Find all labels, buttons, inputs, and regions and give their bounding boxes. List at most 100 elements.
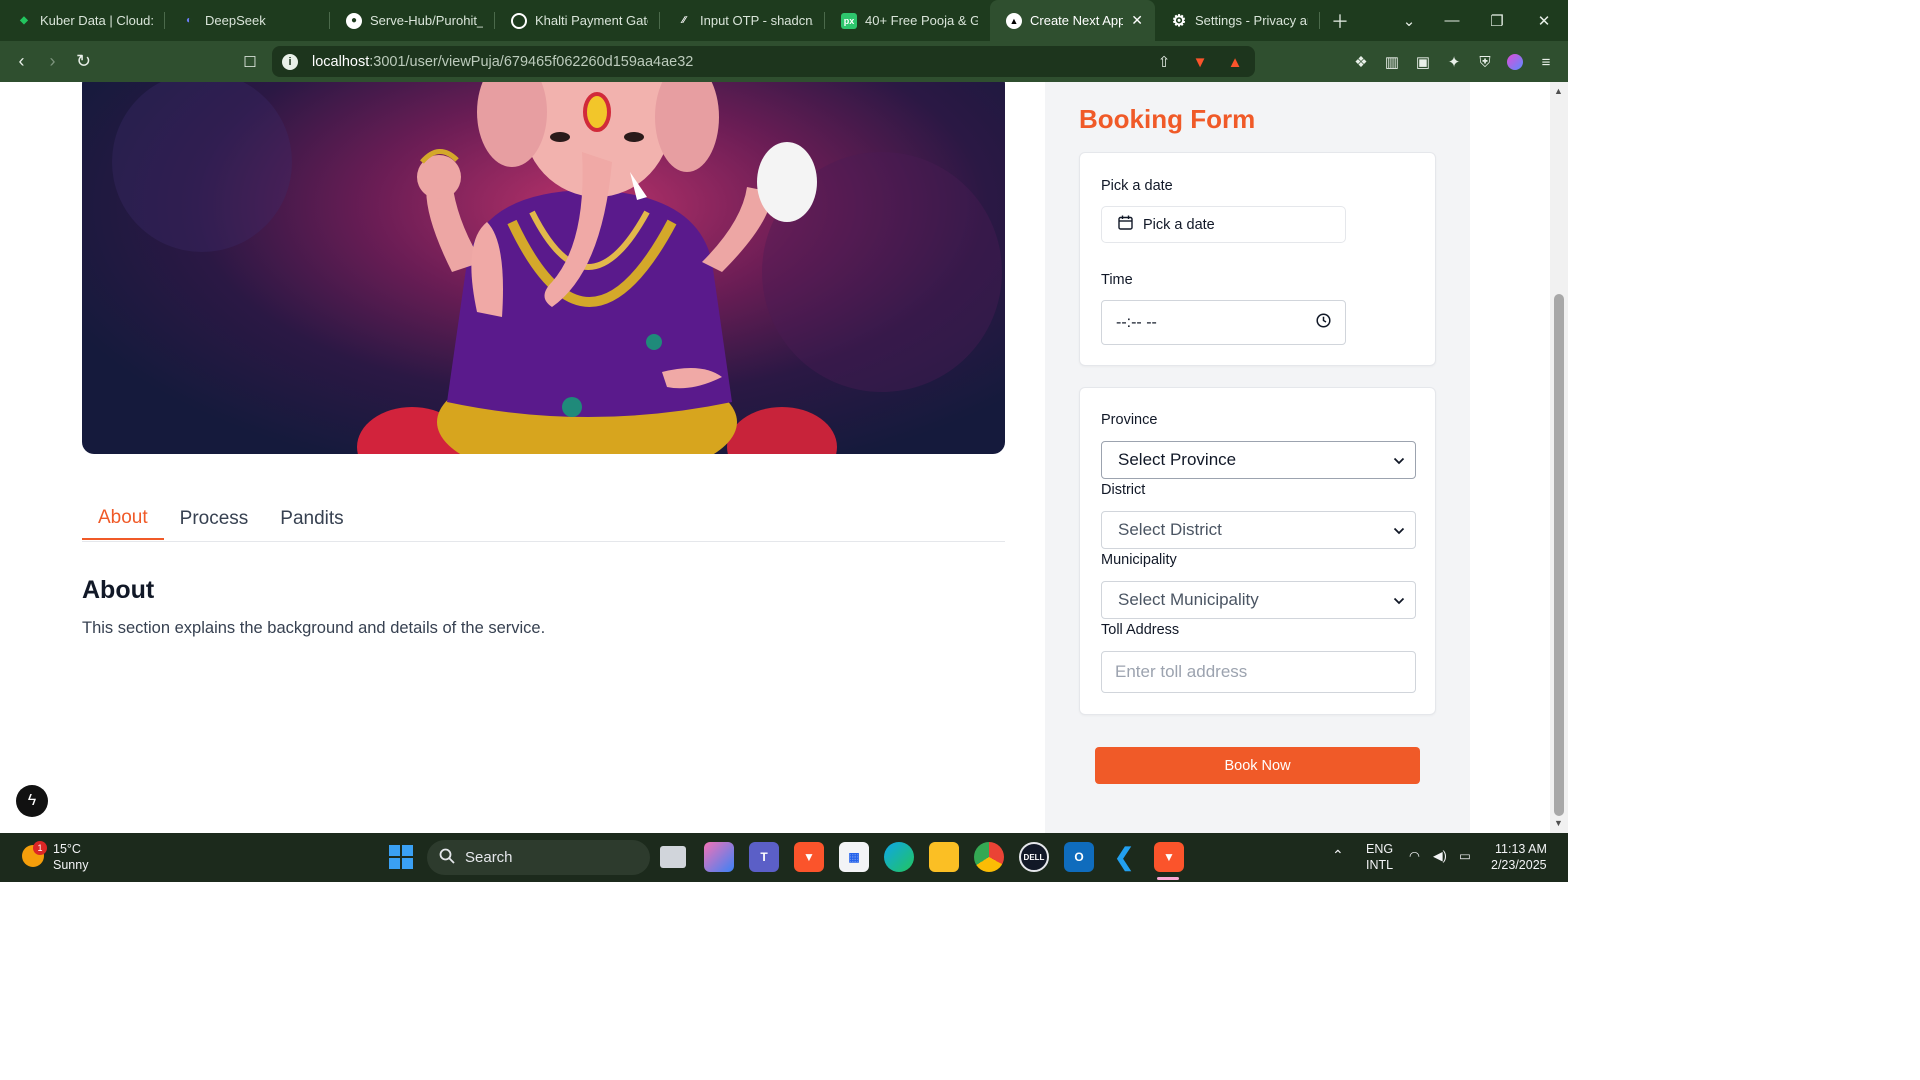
tab-title: Input OTP - shadcn/u [700,13,813,28]
tab-title: Kuber Data | Cloud: M [40,13,153,28]
leaf-icon: ◆ [20,15,28,26]
back-button[interactable]: ‹ [6,46,37,77]
browser-tab[interactable]: ◐ DeepSeek [165,0,330,41]
time-input[interactable]: --:-- -- [1101,300,1346,345]
page-scrollbar[interactable]: ▲ ▼ [1550,82,1568,833]
scroll-down-arrow-icon[interactable]: ▼ [1554,818,1563,828]
windows-taskbar: 1 15°C Sunny Search T ▼ ▦ DELL O ❮ ▼ ⌃ E… [0,833,1568,882]
language-line-2[interactable]: INTL [1366,858,1393,873]
weather-desc[interactable]: Sunny [53,858,88,873]
tab-title: Khalti Payment Gatev [535,13,648,28]
browser-tab[interactable]: Khalti Payment Gatev [495,0,660,41]
brave-icon[interactable]: ▼ [794,842,824,872]
browser-tab[interactable]: ⚙ Settings - Privacy anc [1155,0,1320,41]
browser-tab[interactable]: ∕∕ Input OTP - shadcn/u [660,0,825,41]
date-picker-button[interactable]: Pick a date [1101,206,1346,243]
browser-tab[interactable]: ◆ Kuber Data | Cloud: M [0,0,165,41]
municipality-select[interactable]: Select Municipality [1101,581,1416,619]
scrollbar-thumb[interactable] [1554,294,1564,816]
new-tab-button[interactable]: ＋ [1320,0,1360,41]
district-select[interactable]: Select District [1101,511,1416,549]
nextjs-dev-tools-button[interactable]: ϟ [16,785,48,817]
forward-button[interactable]: › [37,46,68,77]
toll-address-label: Toll Address [1101,622,1180,638]
time-label: Time [1101,272,1133,288]
district-label: District [1101,482,1146,498]
municipality-selected-value: Select Municipality [1118,590,1259,609]
edge-icon[interactable] [884,842,914,872]
search-label: Search [465,849,513,866]
weather-temp[interactable]: 15°C [53,842,81,857]
teams-icon[interactable]: T [749,842,779,872]
volume-icon[interactable]: ◀) [1433,849,1447,864]
restore-button[interactable]: ❐ [1474,0,1520,41]
wifi-icon[interactable]: ◠ [1409,849,1420,864]
close-icon[interactable]: ✕ [1131,12,1143,29]
gear-icon: ⚙ [1171,12,1187,30]
clock-date[interactable]: 2/23/2025 [1491,858,1547,873]
copilot-icon[interactable] [704,842,734,872]
tab-about[interactable]: About [82,498,164,540]
tab-title: Settings - Privacy anc [1195,13,1308,28]
chevron-down-icon [1393,590,1405,610]
task-view-icon[interactable] [660,846,686,868]
whale-icon: ◐ [185,15,193,26]
profile-avatar[interactable] [1505,52,1525,72]
calendar-icon [1118,215,1133,234]
taskbar-search[interactable]: Search [427,840,650,875]
date-label: Pick a date [1101,178,1173,194]
wallet-icon[interactable]: ▣ [1413,52,1433,72]
menu-icon[interactable]: ≡ [1536,52,1556,72]
bookmark-icon[interactable]: ☐ [240,52,260,72]
chevron-down-icon [1393,450,1405,470]
tab-list-chevron-icon[interactable]: ⌄ [1386,0,1432,41]
minimize-button[interactable]: — [1429,0,1475,41]
outlook-icon[interactable]: O [1064,842,1094,872]
address-bar[interactable]: i localhost:3001/user/viewPuja/679465f06… [272,46,1255,77]
district-selected-value: Select District [1118,520,1222,539]
brave-shields-icon[interactable]: ▼ [1190,52,1210,72]
vpn-icon[interactable]: ⛨ [1475,52,1495,72]
browser-tab-active[interactable]: ▲ Create Next App ✕ [990,0,1155,41]
brave-rewards-icon[interactable]: ▲ [1225,52,1245,72]
browser-tab[interactable]: ● Serve-Hub/Purohit_B [330,0,495,41]
brave-active-icon[interactable]: ▼ [1154,842,1184,872]
lightning-icon: ϟ [27,792,37,809]
address-card: Province Select Province District Select… [1079,387,1436,715]
book-now-button[interactable]: Book Now [1095,747,1420,784]
chevron-down-icon [1393,520,1405,540]
windows-start-icon[interactable] [386,842,416,872]
site-info-icon[interactable]: i [282,53,298,70]
browser-tab[interactable]: px 40+ Free Pooja & Ga [825,0,990,41]
tab-title: DeepSeek [205,13,266,28]
tray-overflow-chevron-icon[interactable]: ⌃ [1332,848,1344,863]
language-line-1[interactable]: ENG [1366,842,1393,857]
reload-icon[interactable]: ↻ [68,46,99,77]
vscode-icon[interactable]: ❮ [1109,842,1139,872]
github-icon: ● [346,12,362,29]
ganesha-illustration [112,82,1002,454]
scroll-up-arrow-icon[interactable]: ▲ [1554,86,1563,96]
booking-form-title: Booking Form [1079,104,1256,134]
province-select[interactable]: Select Province [1101,441,1416,479]
browser-tab-strip: ◆ Kuber Data | Cloud: M ◐ DeepSeek ● Ser… [0,0,1568,41]
battery-icon[interactable]: ▭ [1459,849,1471,864]
file-explorer-icon[interactable] [929,842,959,872]
extensions-icon[interactable]: ❖ [1351,52,1371,72]
booking-panel: Booking Form Pick a date Pick a date Tim… [1045,82,1470,833]
share-icon[interactable]: ⇧ [1154,52,1174,72]
tab-pandits[interactable]: Pandits [264,498,359,540]
close-window-button[interactable]: ✕ [1521,0,1567,41]
leo-ai-icon[interactable]: ✦ [1444,52,1464,72]
tab-process[interactable]: Process [164,498,265,540]
microsoft-store-icon[interactable]: ▦ [839,842,869,872]
sidebar-icon[interactable]: ▥ [1382,52,1402,72]
dell-icon[interactable]: DELL [1019,842,1049,872]
clock-icon[interactable] [1316,312,1331,333]
date-time-card: Pick a date Pick a date Time --:-- -- [1079,152,1436,366]
puja-tabs: About Process Pandits [82,500,1005,542]
toll-address-input[interactable]: Enter toll address [1101,651,1416,693]
time-value: --:-- -- [1116,313,1157,331]
chrome-icon[interactable] [974,842,1004,872]
clock-time[interactable]: 11:13 AM [1495,842,1547,857]
